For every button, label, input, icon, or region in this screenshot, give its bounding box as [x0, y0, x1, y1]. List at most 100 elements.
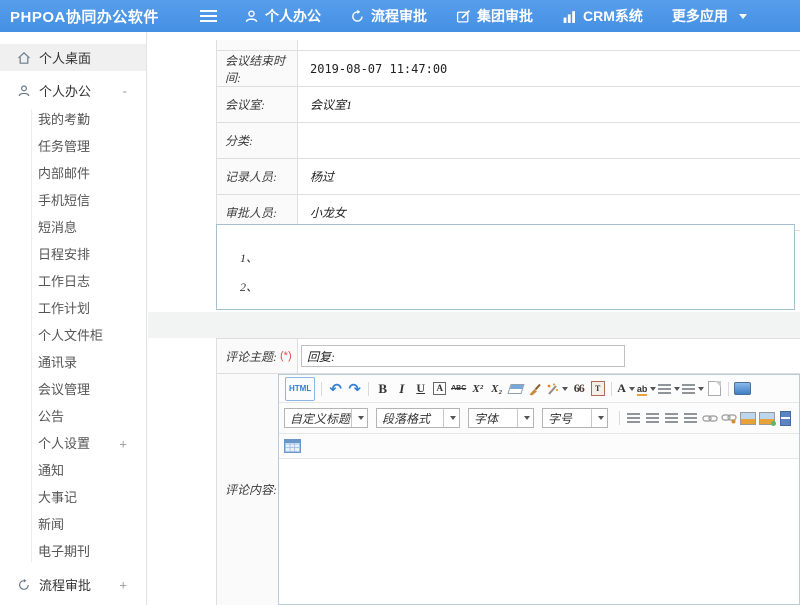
align-center-button[interactable]	[644, 409, 661, 427]
sidebar-item-schedule[interactable]: 日程安排	[0, 241, 146, 268]
nav-workflow-approval[interactable]: 流程审批	[350, 6, 427, 26]
eraser-icon	[507, 384, 524, 394]
paste-text-button[interactable]: T	[589, 380, 606, 398]
eraser-button[interactable]	[507, 380, 524, 398]
sidebar-item-events[interactable]: 大事记	[0, 484, 146, 511]
sidebar-item-news[interactable]: 新闻	[0, 511, 146, 538]
align-left-button[interactable]	[625, 409, 642, 427]
heading-select[interactable]: 自定义标题	[284, 408, 368, 428]
field-value	[298, 123, 800, 158]
sidebar-item-short-message[interactable]: 短消息	[0, 214, 146, 241]
menu-toggle-icon[interactable]	[200, 10, 217, 22]
insert-image-button[interactable]	[758, 409, 775, 427]
flow-icon	[17, 578, 31, 592]
sidebar-item-desktop[interactable]: 个人桌面	[0, 44, 146, 71]
sidebar-item-attendance[interactable]: 我的考勤	[0, 106, 146, 133]
align-left-icon	[627, 413, 640, 423]
underline-button[interactable]: U	[412, 380, 429, 398]
autoformat-button[interactable]	[545, 380, 568, 398]
sidebar-item-notice[interactable]: 通知	[0, 457, 146, 484]
link-button[interactable]	[701, 409, 718, 427]
unordered-list-icon	[682, 384, 695, 394]
collapse-icon[interactable]: -	[123, 84, 127, 97]
content-line: 2、	[240, 273, 794, 302]
justify-button[interactable]	[682, 409, 699, 427]
table-button[interactable]	[284, 437, 301, 455]
ordered-list-button[interactable]	[658, 380, 680, 398]
main-content: 会议结束时间: 2019-08-07 11:47:00 会议室: 会议室1 分类…	[148, 32, 800, 605]
fullscreen-button[interactable]	[734, 380, 751, 398]
html-source-button[interactable]: HTML	[285, 377, 315, 401]
field-value: 2019-08-07 11:47:00	[298, 51, 800, 86]
field-label: 会议结束时间:	[217, 51, 298, 86]
image-button[interactable]	[739, 409, 756, 427]
top-navbar: PHPOA协同办公软件 个人办公 流程审批 集团审批	[0, 0, 800, 32]
monitor-icon	[734, 382, 751, 395]
nav-label: 流程审批	[371, 6, 427, 26]
sidebar-item-personal-files[interactable]: 个人文件柜	[0, 322, 146, 349]
meeting-content-box: 1、 2、	[216, 224, 795, 310]
section-divider	[148, 312, 800, 338]
expand-icon[interactable]: +	[119, 578, 127, 591]
sidebar-item-personal-settings[interactable]: 个人设置 +	[0, 430, 146, 457]
comment-editor-body[interactable]	[279, 459, 799, 604]
caret-down-icon	[629, 387, 635, 391]
expand-icon[interactable]: +	[119, 437, 127, 450]
sidebar-item-internal-mail[interactable]: 内部邮件	[0, 160, 146, 187]
font-family-select[interactable]: 字体	[468, 408, 534, 428]
flow-icon	[350, 9, 365, 24]
superscript-button[interactable]: X²	[469, 380, 486, 398]
font-color-button[interactable]: A	[617, 380, 635, 398]
caret-down-icon	[443, 409, 459, 427]
strikethrough-button[interactable]: ABC	[450, 380, 467, 398]
comment-subject-input[interactable]	[301, 345, 625, 367]
table-row-recorder: 记录人员: 杨过	[217, 159, 800, 195]
nav-crm-system[interactable]: CRM系统	[562, 6, 643, 26]
subscript-button[interactable]: X₂	[488, 380, 505, 398]
meeting-detail-table: 会议结束时间: 2019-08-07 11:47:00 会议室: 会议室1 分类…	[216, 40, 800, 231]
italic-button[interactable]: I	[393, 380, 410, 398]
sidebar-item-workflow-approval[interactable]: 流程审批 +	[0, 571, 146, 598]
sidebar-item-personal-office[interactable]: 个人办公 -	[0, 77, 146, 104]
nav-label: 更多应用	[672, 6, 728, 26]
sidebar-submenu: 我的考勤 任务管理 内部邮件 手机短信 短消息 日程安排 工作日志 工作计划 个…	[0, 106, 146, 565]
format-brush-button[interactable]	[526, 380, 543, 398]
field-value: 杨过	[298, 159, 800, 194]
highlight-button[interactable]: ab	[637, 380, 657, 398]
sidebar-item-work-plan[interactable]: 工作计划	[0, 295, 146, 322]
sidebar-item-contacts[interactable]: 通讯录	[0, 349, 146, 376]
media-button[interactable]	[777, 409, 794, 427]
sidebar-item-label: 个人办公	[39, 81, 91, 100]
sidebar-item-label: 流程审批	[39, 575, 91, 594]
nav-more-apps[interactable]: 更多应用	[672, 6, 747, 26]
field-label: 分类:	[217, 123, 298, 158]
nav-personal-office[interactable]: 个人办公	[244, 6, 321, 26]
comment-subject-row: 评论主题: (*)	[217, 339, 800, 374]
sidebar-item-work-log[interactable]: 工作日志	[0, 268, 146, 295]
insert-image-icon	[759, 412, 775, 425]
edit-icon	[456, 9, 471, 24]
redo-button[interactable]: ↷	[346, 380, 363, 398]
blank-page-icon	[708, 381, 721, 396]
home-icon	[17, 51, 31, 65]
paragraph-format-select[interactable]: 段落格式	[376, 408, 460, 428]
unlink-button[interactable]	[720, 409, 737, 427]
sidebar-item-e-journal[interactable]: 电子期刊	[0, 538, 146, 565]
undo-button[interactable]: ↶	[327, 380, 344, 398]
align-right-button[interactable]	[663, 409, 680, 427]
font-size-select[interactable]: 字号	[542, 408, 608, 428]
nav-group-approval[interactable]: 集团审批	[456, 6, 533, 26]
sidebar-item-announcement[interactable]: 公告	[0, 403, 146, 430]
unordered-list-button[interactable]	[682, 380, 704, 398]
unlink-icon	[721, 413, 737, 424]
sidebar-item-sms[interactable]: 手机短信	[0, 187, 146, 214]
rich-text-editor: HTML ↶ ↷ B I U A ABC X² X₂	[278, 374, 800, 605]
blockquote-button[interactable]: 66	[570, 380, 587, 398]
bold-button[interactable]: B	[374, 380, 391, 398]
sidebar-item-meeting-management[interactable]: 会议管理	[0, 376, 146, 403]
new-page-button[interactable]	[706, 380, 723, 398]
caret-down-icon	[562, 387, 568, 391]
font-frame-button[interactable]: A	[433, 382, 446, 395]
required-mark: (*)	[280, 350, 292, 362]
sidebar-item-tasks[interactable]: 任务管理	[0, 133, 146, 160]
